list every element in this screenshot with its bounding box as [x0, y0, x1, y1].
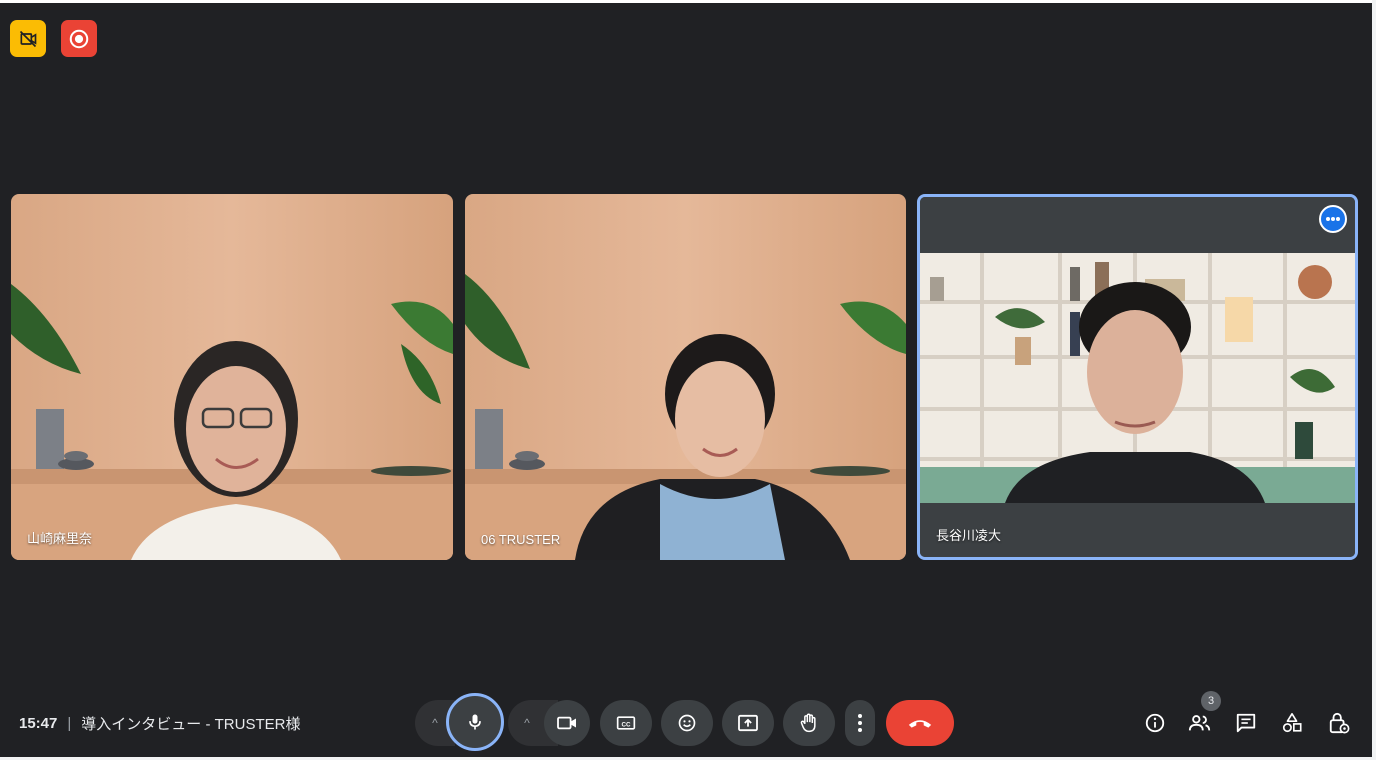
svg-text:CC: CC	[621, 721, 631, 728]
participant-name-1: 山崎麻里奈	[27, 531, 93, 546]
participant-tile-1[interactable]: 山崎麻里奈	[11, 194, 453, 560]
bottom-control-bar: 15:47 | 導入インタビュー - TRUSTER様 ^ ^ CC 3	[0, 691, 1372, 753]
chat-icon	[1236, 713, 1256, 733]
meeting-info-button[interactable]	[1142, 710, 1168, 736]
info-icon	[1145, 713, 1165, 733]
hangup-icon	[908, 720, 932, 728]
activities-button[interactable]	[1279, 710, 1305, 736]
meeting-details: 15:47 | 導入インタビュー - TRUSTER様	[19, 713, 300, 734]
recording-icon	[69, 29, 89, 48]
host-controls-button[interactable]	[1326, 710, 1352, 736]
captions-icon: CC	[616, 716, 636, 730]
people-icon	[1188, 715, 1211, 731]
camera-button[interactable]	[544, 700, 590, 746]
participant-video-3	[920, 197, 1355, 557]
video-off-badge[interactable]	[10, 20, 46, 57]
raise-hand-icon	[800, 713, 816, 733]
participant-name-3: 長谷川凌大	[936, 528, 1002, 543]
chat-button[interactable]	[1233, 710, 1259, 736]
host-controls-icon	[1329, 712, 1350, 734]
participant-count-badge: 3	[1201, 691, 1221, 711]
participant-name-2: 06 TRUSTER	[481, 532, 561, 547]
window-edge-right	[1372, 0, 1376, 760]
captions-button[interactable]: CC	[600, 700, 652, 746]
participant-tile-3[interactable]: 長谷川凌大	[917, 194, 1358, 560]
participant-tile-2[interactable]: 06 TRUSTER	[465, 194, 906, 560]
people-button[interactable]	[1187, 710, 1213, 736]
more-options-icon	[858, 714, 862, 732]
emoji-icon	[678, 714, 696, 732]
raise-hand-button[interactable]	[783, 700, 835, 746]
camera-options-chevron-icon: ^	[524, 716, 530, 730]
more-options-button[interactable]	[845, 700, 875, 746]
emoji-button[interactable]	[661, 700, 713, 746]
recording-badge[interactable]	[61, 20, 97, 57]
leave-call-button[interactable]	[886, 700, 954, 746]
meeting-time: 15:47	[19, 715, 58, 732]
more-horizontal-icon	[1326, 217, 1340, 221]
present-screen-button[interactable]	[722, 700, 774, 746]
participant-more-button[interactable]	[1319, 205, 1347, 233]
video-off-badge-icon	[19, 30, 37, 47]
present-screen-icon	[738, 714, 758, 732]
meeting-separator: |	[67, 715, 72, 732]
participant-video-2	[465, 194, 906, 560]
mic-options-chevron-icon: ^	[432, 716, 438, 730]
meeting-stage: 山崎麻里奈 06 TRUSTER 長谷川凌大 15:47 | 導入インタビュー …	[0, 3, 1372, 757]
mic-icon	[469, 714, 481, 730]
mic-button[interactable]	[446, 693, 504, 751]
participant-video-1	[11, 194, 453, 560]
camera-icon	[557, 716, 576, 730]
meeting-title: 導入インタビュー - TRUSTER様	[81, 716, 301, 733]
activities-icon	[1282, 713, 1302, 733]
